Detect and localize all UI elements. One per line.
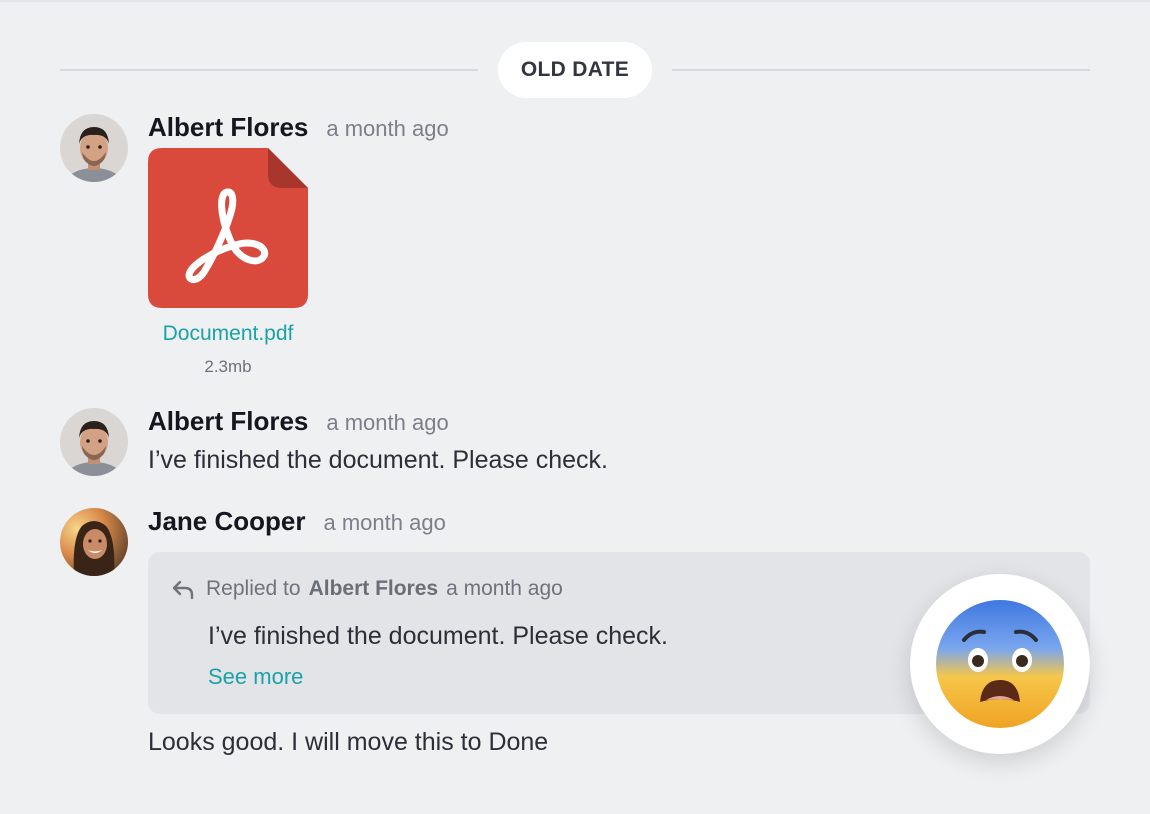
see-more-link[interactable]: See more (208, 664, 303, 690)
avatar-image (60, 508, 128, 576)
reply-prefix: Replied to (206, 577, 301, 600)
author-name[interactable]: Jane Cooper (148, 506, 306, 537)
top-border (0, 0, 1150, 2)
date-divider: OLD DATE (60, 42, 1090, 98)
date-pill: OLD DATE (498, 42, 652, 98)
pdf-file-icon[interactable] (148, 148, 308, 308)
reaction-badge[interactable] (910, 574, 1090, 754)
message-text: I’ve finished the document. Please check… (148, 446, 608, 474)
divider-line-right (672, 69, 1090, 71)
divider-line-left (60, 69, 478, 71)
author-name[interactable]: Albert Flores (148, 112, 308, 143)
avatar-albert-flores[interactable] (60, 114, 128, 182)
avatar-albert-flores[interactable] (60, 408, 128, 476)
author-name[interactable]: Albert Flores (148, 406, 308, 437)
avatar-image (60, 114, 128, 182)
message-header: Albert Flores a month ago (148, 112, 449, 142)
avatar-image (60, 408, 128, 476)
reply-author[interactable]: Albert Flores (309, 577, 439, 601)
file-name-link[interactable]: Document.pdf (148, 322, 308, 346)
message-time: a month ago (326, 410, 449, 435)
message-text: Looks good. I will move this to Done (148, 728, 549, 756)
reply-arrow-icon (170, 576, 196, 602)
reply-header: Replied to Albert Flores a month ago (170, 576, 563, 602)
reply-text: I’ve finished the document. Please check… (208, 622, 668, 650)
anxious-face-emoji-icon (936, 600, 1064, 728)
avatar-jane-cooper[interactable] (60, 508, 128, 576)
reply-time: a month ago (446, 577, 563, 600)
message-time: a month ago (326, 116, 449, 141)
file-size: 2.3mb (204, 357, 252, 376)
message-header: Jane Cooper a month ago (148, 506, 446, 536)
message-header: Albert Flores a month ago (148, 406, 449, 436)
message-time: a month ago (323, 510, 446, 535)
